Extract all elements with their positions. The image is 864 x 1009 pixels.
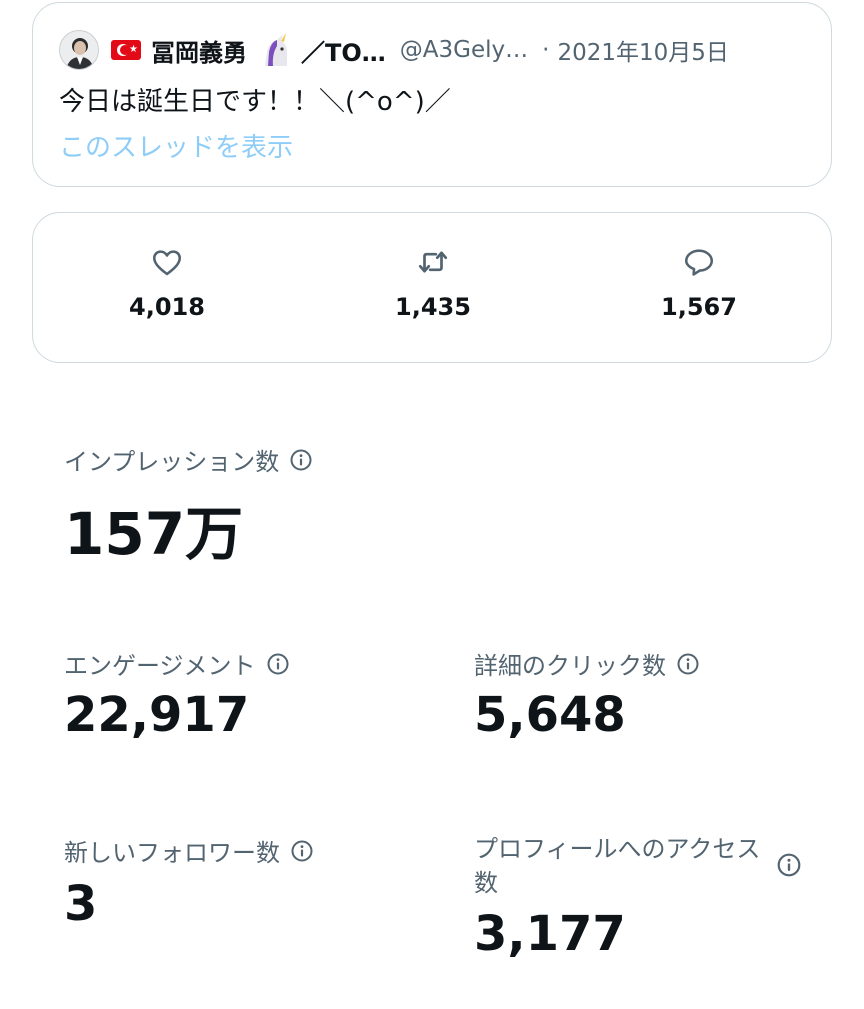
info-icon[interactable] (290, 839, 314, 863)
info-icon[interactable] (289, 448, 313, 472)
new-followers-label: 新しいフォロワー数 (64, 839, 280, 867)
avatar[interactable] (59, 30, 99, 70)
tweet-card[interactable]: ★ 冨岡義勇 ／TO… @A3Gely… · 2021年10月5日 今日は誕生日… (32, 2, 832, 187)
author-name[interactable]: 冨岡義勇 (151, 33, 247, 68)
detail-clicks-label: 詳細のクリック数 (474, 652, 666, 680)
info-icon[interactable] (676, 652, 700, 676)
turkey-flag-icon: ★ (111, 40, 141, 60)
engagement-counts-card: 4,018 1,435 1,567 (32, 212, 832, 363)
engagements-label: エンゲージメント (64, 652, 256, 680)
engagements-value: 22,917 (64, 687, 250, 743)
like-count[interactable]: 4,018 (77, 245, 257, 321)
author-handle[interactable]: @A3Gely… (400, 37, 528, 63)
separator-dot: · (542, 37, 550, 63)
show-thread-link[interactable]: このスレッドを表示 (59, 127, 293, 164)
reply-count[interactable]: 1,567 (609, 245, 789, 321)
heart-icon (152, 250, 182, 276)
unicorn-icon (265, 33, 287, 66)
reply-icon (684, 249, 714, 276)
retweet-icon (418, 251, 448, 273)
tweet-header: ★ 冨岡義勇 ／TO… @A3Gely… · 2021年10月5日 (59, 28, 807, 72)
like-count-value: 4,018 (129, 293, 205, 321)
author-name-suffix[interactable]: ／TO… (301, 33, 386, 68)
new-followers-value: 3 (64, 876, 98, 932)
profile-visits-value: 3,177 (474, 906, 626, 962)
new-followers-metric: 新しいフォロワー数 3 (64, 833, 314, 932)
engagements-metric: エンゲージメント 22,917 (64, 646, 290, 743)
info-icon[interactable] (266, 652, 290, 676)
tweet-date[interactable]: 2021年10月5日 (557, 33, 728, 67)
impressions-label: インプレッション数 (64, 448, 280, 476)
reply-count-value: 1,567 (661, 293, 737, 321)
detail-clicks-metric: 詳細のクリック数 5,648 (474, 646, 700, 743)
profile-visits-label: プロフィールへのアクセス数 (474, 835, 761, 897)
detail-clicks-value: 5,648 (474, 687, 626, 743)
tweet-text: 今日は誕生日です！！＼(^o^)／ (59, 87, 451, 117)
profile-visits-metric: プロフィールへのアクセス数 3,177 (474, 832, 764, 962)
info-icon[interactable] (776, 852, 802, 878)
retweet-count-value: 1,435 (395, 293, 471, 321)
retweet-count[interactable]: 1,435 (343, 245, 523, 321)
impressions-value: 157万 (64, 500, 244, 568)
impressions-metric: インプレッション数 157万 (64, 442, 313, 571)
